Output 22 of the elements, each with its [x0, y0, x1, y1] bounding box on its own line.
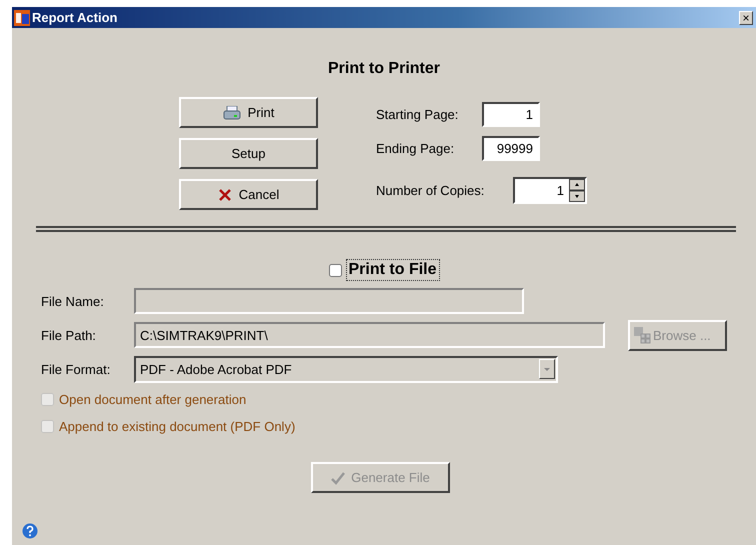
app-logo-icon	[14, 10, 30, 26]
field-label: Ending Page:	[376, 140, 456, 156]
folder-tree-icon	[633, 326, 651, 344]
field-label: Number of Copies:	[376, 182, 486, 198]
starting-page-field[interactable]: 1	[482, 102, 540, 126]
field-label: File Format:	[41, 362, 112, 376]
field-label: Starting Page:	[376, 106, 460, 122]
print-to-file-checkbox[interactable]	[328, 264, 342, 276]
cancel-button[interactable]: Cancel	[179, 179, 318, 210]
x-icon	[218, 188, 232, 202]
printer-icon	[222, 106, 241, 120]
section-heading: Print to Printer	[326, 60, 441, 79]
window-title: Report Action	[32, 10, 118, 25]
field-label: File Path:	[41, 328, 97, 342]
checkmark-icon	[330, 470, 346, 484]
setup-button[interactable]: Setup	[179, 138, 318, 169]
checkbox-label[interactable]: Print to File	[346, 259, 440, 281]
field-label: File Name:	[41, 294, 105, 308]
close-button[interactable]: ×	[739, 10, 753, 24]
print-button[interactable]: Print	[179, 97, 318, 128]
help-icon[interactable]	[22, 523, 38, 539]
ending-page-field[interactable]: 99999	[482, 136, 540, 160]
